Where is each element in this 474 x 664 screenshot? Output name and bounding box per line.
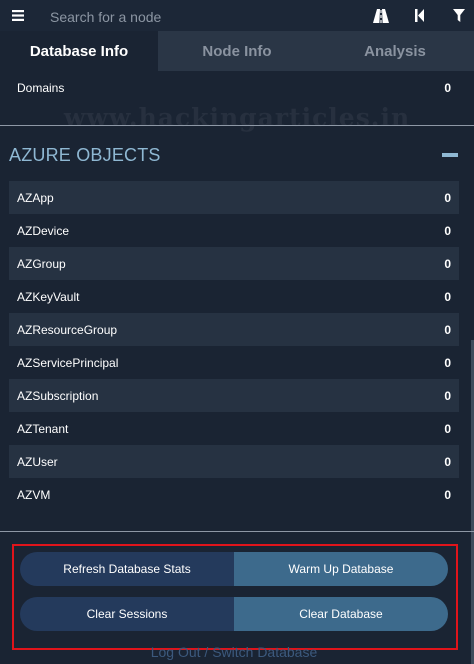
row-count: 0 — [444, 421, 451, 436]
row-label: AZDevice — [17, 223, 70, 238]
list-item-azkeyvault: AZKeyVault 0 — [9, 280, 459, 313]
list-item-azserviceprincipal: AZServicePrincipal 0 — [9, 346, 459, 379]
row-count: 0 — [444, 487, 451, 502]
row-count: 0 — [444, 190, 451, 205]
row-count: 0 — [444, 256, 451, 271]
tab-bar: Database Info Node Info Analysis — [0, 31, 474, 71]
tab-node-info[interactable]: Node Info — [158, 31, 316, 71]
list-item-azgroup: AZGroup 0 — [9, 247, 459, 280]
tab-database-info[interactable]: Database Info — [0, 31, 158, 71]
row-label: AZResourceGroup — [17, 322, 118, 337]
menu-button[interactable] — [0, 0, 36, 31]
row-count: 0 — [444, 223, 451, 238]
row-count: 0 — [444, 388, 451, 403]
search-input[interactable] — [36, 0, 356, 31]
refresh-database-stats-button[interactable]: Refresh Database Stats — [20, 552, 234, 586]
row-label: AZUser — [17, 454, 58, 469]
row-count: 0 — [444, 355, 451, 370]
list-item-azdevice: AZDevice 0 — [9, 214, 459, 247]
back-icon — [415, 9, 424, 22]
row-count: 0 — [444, 80, 451, 95]
minus-icon[interactable] — [442, 153, 458, 157]
row-label: AZApp — [17, 190, 54, 205]
clear-database-button[interactable]: Clear Database — [234, 597, 448, 631]
divider — [0, 531, 474, 532]
clear-sessions-button[interactable]: Clear Sessions — [20, 597, 234, 631]
row-label: AZTenant — [17, 421, 69, 436]
pathfinding-button[interactable] — [366, 0, 396, 31]
pathfinding-road-icon — [373, 8, 389, 23]
divider — [0, 125, 474, 126]
section-title-azure-objects: AZURE OBJECTS — [9, 145, 161, 165]
list-item-azresourcegroup: AZResourceGroup 0 — [9, 313, 459, 346]
logout-link[interactable]: Log Out / Switch Database — [0, 644, 468, 660]
row-count: 0 — [444, 289, 451, 304]
top-toolbar — [0, 0, 474, 31]
row-label: AZKeyVault — [17, 289, 80, 304]
clear-button-group: Clear Sessions Clear Database — [20, 597, 448, 631]
database-stats-button-group: Refresh Database Stats Warm Up Database — [20, 552, 448, 586]
row-count: 0 — [444, 322, 451, 337]
filter-icon — [453, 9, 465, 22]
list-item-azuser: AZUser 0 — [9, 445, 459, 478]
menu-icon — [12, 10, 24, 21]
row-label: Domains — [17, 80, 65, 95]
row-label: AZGroup — [17, 256, 66, 271]
filter-button[interactable] — [444, 0, 474, 31]
warm-up-database-button[interactable]: Warm Up Database — [234, 552, 448, 586]
tab-analysis[interactable]: Analysis — [316, 31, 474, 71]
row-label: AZServicePrincipal — [17, 355, 119, 370]
list-item-azvm: AZVM 0 — [9, 478, 459, 511]
row-count: 0 — [444, 454, 451, 469]
row-label: AZVM — [17, 487, 51, 502]
list-item-azapp: AZApp 0 — [9, 181, 459, 214]
row-label: AZSubscription — [17, 388, 99, 403]
back-button[interactable] — [405, 0, 435, 31]
list-item-azsubscription: AZSubscription 0 — [9, 379, 459, 412]
list-item-domains: Domains 0 — [9, 71, 459, 104]
list-item-aztenant: AZTenant 0 — [9, 412, 459, 445]
